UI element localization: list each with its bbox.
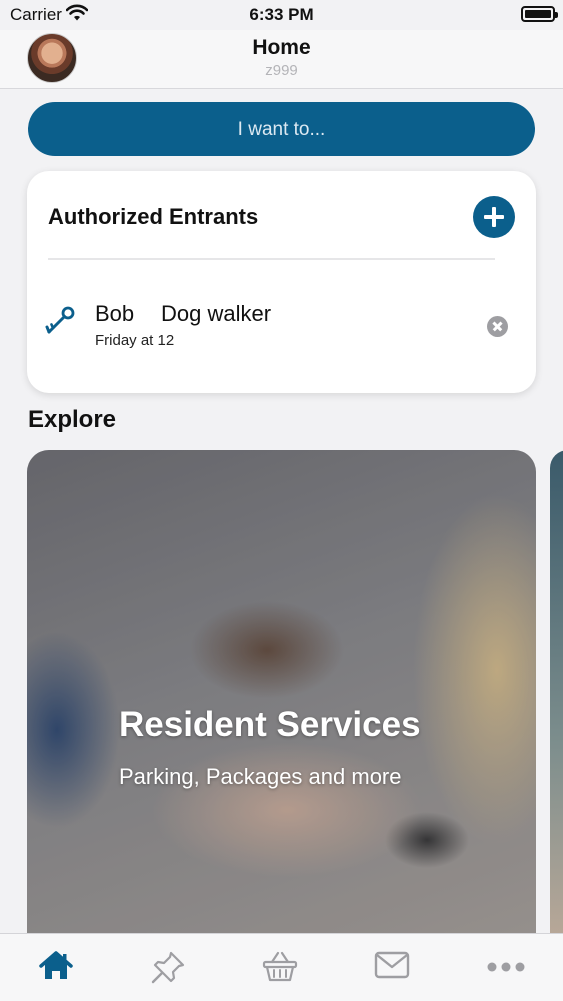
tab-home[interactable] bbox=[38, 950, 78, 986]
explore-heading: Explore bbox=[28, 406, 117, 433]
authorized-entrants-card: Authorized Entrants Bob Dog walker Frida… bbox=[27, 171, 536, 393]
navigation-bar: Home z999 bbox=[0, 30, 563, 89]
card-subtitle: Parking, Packages and more bbox=[119, 764, 402, 789]
i-want-to-button[interactable]: I want to... bbox=[28, 102, 535, 156]
tab-messages[interactable] bbox=[374, 950, 414, 986]
tab-shop[interactable] bbox=[262, 950, 302, 986]
more-icon bbox=[486, 950, 526, 982]
mail-icon bbox=[374, 950, 414, 980]
key-icon bbox=[45, 305, 77, 340]
clock: 6:33 PM bbox=[249, 5, 314, 24]
tab-pinned[interactable] bbox=[150, 950, 190, 986]
resident-services-card[interactable]: Resident Services Parking, Packages and … bbox=[27, 450, 536, 940]
home-icon bbox=[38, 950, 78, 982]
entrant-schedule: Friday at 12 bbox=[95, 332, 175, 349]
tab-more[interactable] bbox=[486, 950, 526, 986]
pin-icon bbox=[150, 950, 190, 984]
remove-entrant-button[interactable] bbox=[487, 316, 508, 337]
tab-bar bbox=[0, 933, 563, 1001]
page-title: Home bbox=[252, 36, 311, 59]
card-title: Authorized Entrants bbox=[48, 204, 259, 229]
status-bar: Carrier 6:33 PM bbox=[0, 0, 563, 30]
entrant-role: Dog walker bbox=[161, 301, 272, 326]
next-explore-card[interactable] bbox=[550, 450, 563, 940]
page-subtitle: z999 bbox=[265, 62, 298, 79]
add-entrant-button[interactable] bbox=[473, 196, 515, 238]
divider bbox=[48, 258, 495, 260]
basket-icon bbox=[262, 950, 302, 982]
battery-icon bbox=[521, 6, 558, 22]
entrant-name: Bob bbox=[95, 301, 135, 326]
card-title: Resident Services bbox=[119, 705, 421, 744]
